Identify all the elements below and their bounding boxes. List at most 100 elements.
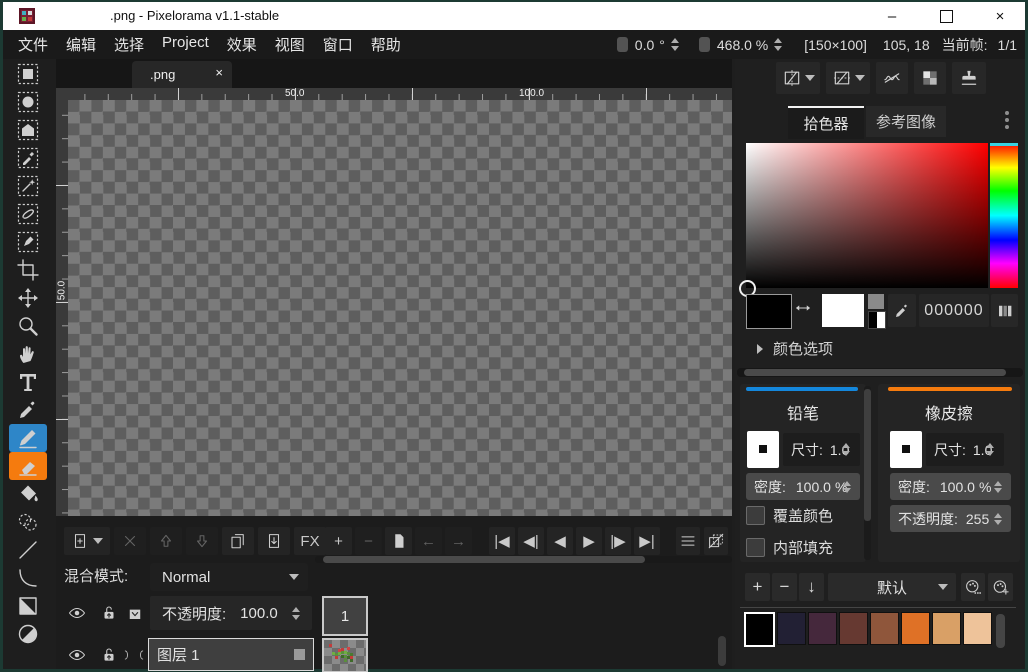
- drawing-canvas[interactable]: [68, 100, 732, 516]
- pencil-size-field[interactable]: 尺寸: 1.0: [783, 433, 860, 466]
- onion-skinning-toggle-button[interactable]: [704, 527, 728, 555]
- screen-color-picker-button[interactable]: [888, 294, 916, 327]
- palette-swatch[interactable]: [932, 612, 961, 645]
- overwrite-color-checkbox[interactable]: 覆盖颜色: [746, 505, 833, 526]
- layer-fx-button[interactable]: FX: [294, 527, 326, 555]
- clone-layer-button[interactable]: [222, 527, 254, 555]
- palette-swatch[interactable]: [744, 612, 775, 647]
- bucket-tool[interactable]: [9, 480, 47, 508]
- palette-swatch[interactable]: [963, 612, 992, 645]
- edit-palette-button[interactable]: [961, 573, 985, 601]
- layer-visibility-icon[interactable]: [64, 644, 90, 666]
- go-to-last-frame-button[interactable]: ▶|: [634, 527, 660, 555]
- brush-type-button[interactable]: [890, 431, 922, 468]
- layer-lock-icon[interactable]: [96, 644, 122, 666]
- horizontal-mirror-button[interactable]: [776, 62, 820, 94]
- hue-slider[interactable]: [990, 143, 1018, 288]
- lasso-tool[interactable]: [9, 200, 47, 228]
- layer-opacity-field[interactable]: 不透明度: 100.0: [150, 596, 312, 630]
- palette-swatch[interactable]: [870, 612, 899, 645]
- add-layer-button[interactable]: [64, 527, 110, 555]
- menu-select[interactable]: 选择: [105, 34, 153, 55]
- hue-cursor[interactable]: [990, 143, 1018, 146]
- picker-scrollbar[interactable]: [737, 368, 1023, 377]
- blend-mode-dropdown[interactable]: Normal: [150, 563, 308, 591]
- linked-cels-icon[interactable]: [122, 602, 148, 624]
- add-frame-button[interactable]: +: [325, 527, 352, 555]
- hex-color-field[interactable]: 000000: [919, 294, 989, 327]
- go-to-first-frame-button[interactable]: |◀: [489, 527, 515, 555]
- menu-edit[interactable]: 编辑: [57, 34, 105, 55]
- close-tab-icon[interactable]: ×: [215, 65, 223, 80]
- color-options-expander[interactable]: 颜色选项: [757, 338, 833, 359]
- cel-thumbnail[interactable]: [322, 638, 368, 672]
- line-tool[interactable]: [9, 536, 47, 564]
- menu-file[interactable]: 文件: [9, 34, 57, 55]
- previous-frame-button[interactable]: ◀|: [518, 527, 544, 555]
- primary-color-swatch[interactable]: [746, 294, 792, 329]
- curve-tool[interactable]: [9, 564, 47, 592]
- crop-tool[interactable]: [9, 256, 47, 284]
- layer-name-field[interactable]: 图层 1: [148, 638, 314, 671]
- eraser-density-slider[interactable]: 密度: 100.0 %: [890, 473, 1011, 500]
- play-backwards-button[interactable]: ◀: [547, 527, 573, 555]
- rectangle-select-tool[interactable]: [9, 60, 47, 88]
- select-by-color-tool[interactable]: [9, 144, 47, 172]
- minimize-button[interactable]: –: [877, 4, 907, 28]
- new-palette-button[interactable]: [988, 573, 1013, 601]
- palette-swatch[interactable]: [839, 612, 868, 645]
- add-color-button[interactable]: +: [745, 573, 770, 601]
- rectangle-tool[interactable]: [9, 592, 47, 620]
- remove-color-button[interactable]: −: [772, 573, 797, 601]
- reset-colors-icon[interactable]: [868, 311, 886, 329]
- sort-colors-button[interactable]: ↓: [799, 573, 824, 601]
- tool-options-scrollbar-thumb[interactable]: [864, 389, 871, 521]
- tool-options-scrollbar[interactable]: [864, 386, 871, 560]
- tab-color-picker[interactable]: 拾色器: [788, 106, 864, 139]
- layers-scrollbar-thumb[interactable]: [718, 636, 726, 666]
- brush-type-button[interactable]: [747, 431, 779, 468]
- palette-scrollbar-thumb[interactable]: [996, 614, 1005, 648]
- fill-inside-checkbox[interactable]: 内部填充: [746, 537, 833, 558]
- palette-swatch[interactable]: [901, 612, 930, 645]
- secondary-color-swatch[interactable]: [822, 294, 864, 327]
- shading-tool[interactable]: [9, 508, 47, 536]
- layer-visibility-icon[interactable]: [64, 602, 90, 624]
- move-layer-up-button[interactable]: [150, 527, 182, 555]
- menu-effects[interactable]: 效果: [218, 34, 266, 55]
- menu-help[interactable]: 帮助: [362, 34, 410, 55]
- ellipse-select-tool[interactable]: [9, 88, 47, 116]
- text-tool[interactable]: [9, 368, 47, 396]
- layer-lock-icon[interactable]: [96, 602, 122, 624]
- pencil-tool[interactable]: [9, 424, 47, 452]
- color-mode-button[interactable]: [991, 294, 1018, 327]
- eraser-size-field[interactable]: 尺寸: 1.0: [926, 433, 1004, 466]
- paint-select-tool[interactable]: [9, 228, 47, 256]
- rotation-spinner[interactable]: [671, 38, 679, 51]
- polygon-select-tool[interactable]: [9, 116, 47, 144]
- timeline-scrollbar-thumb[interactable]: [323, 556, 645, 563]
- palette-dropdown[interactable]: 默认: [828, 573, 956, 601]
- move-frame-right-button[interactable]: →: [445, 527, 472, 555]
- layer-opacity-spinner[interactable]: [292, 607, 300, 620]
- merge-layer-down-button[interactable]: [258, 527, 290, 555]
- onion-skin-settings-button[interactable]: [676, 527, 700, 555]
- rotation-slider-handle[interactable]: [617, 37, 628, 52]
- move-tool[interactable]: [9, 284, 47, 312]
- move-layer-down-button[interactable]: [186, 527, 218, 555]
- pixel-perfect-button[interactable]: [876, 62, 908, 94]
- menu-window[interactable]: 窗口: [314, 34, 362, 55]
- cel-link-icon[interactable]: [134, 644, 148, 666]
- delete-layer-button[interactable]: [114, 527, 146, 555]
- clone-frame-button[interactable]: [385, 527, 412, 555]
- rotation-value[interactable]: 0.0: [635, 37, 654, 53]
- ink-stamp-button[interactable]: [952, 62, 986, 94]
- zoom-slider-handle[interactable]: [699, 37, 710, 52]
- ellipse-tool[interactable]: [9, 620, 47, 648]
- menu-project[interactable]: Project: [153, 34, 218, 55]
- eraser-tool[interactable]: [9, 452, 47, 480]
- next-frame-button[interactable]: |▶: [605, 527, 631, 555]
- swap-colors-icon[interactable]: [794, 299, 818, 321]
- zoom-tool[interactable]: [9, 312, 47, 340]
- eraser-opacity-slider[interactable]: 不透明度: 255: [890, 505, 1011, 532]
